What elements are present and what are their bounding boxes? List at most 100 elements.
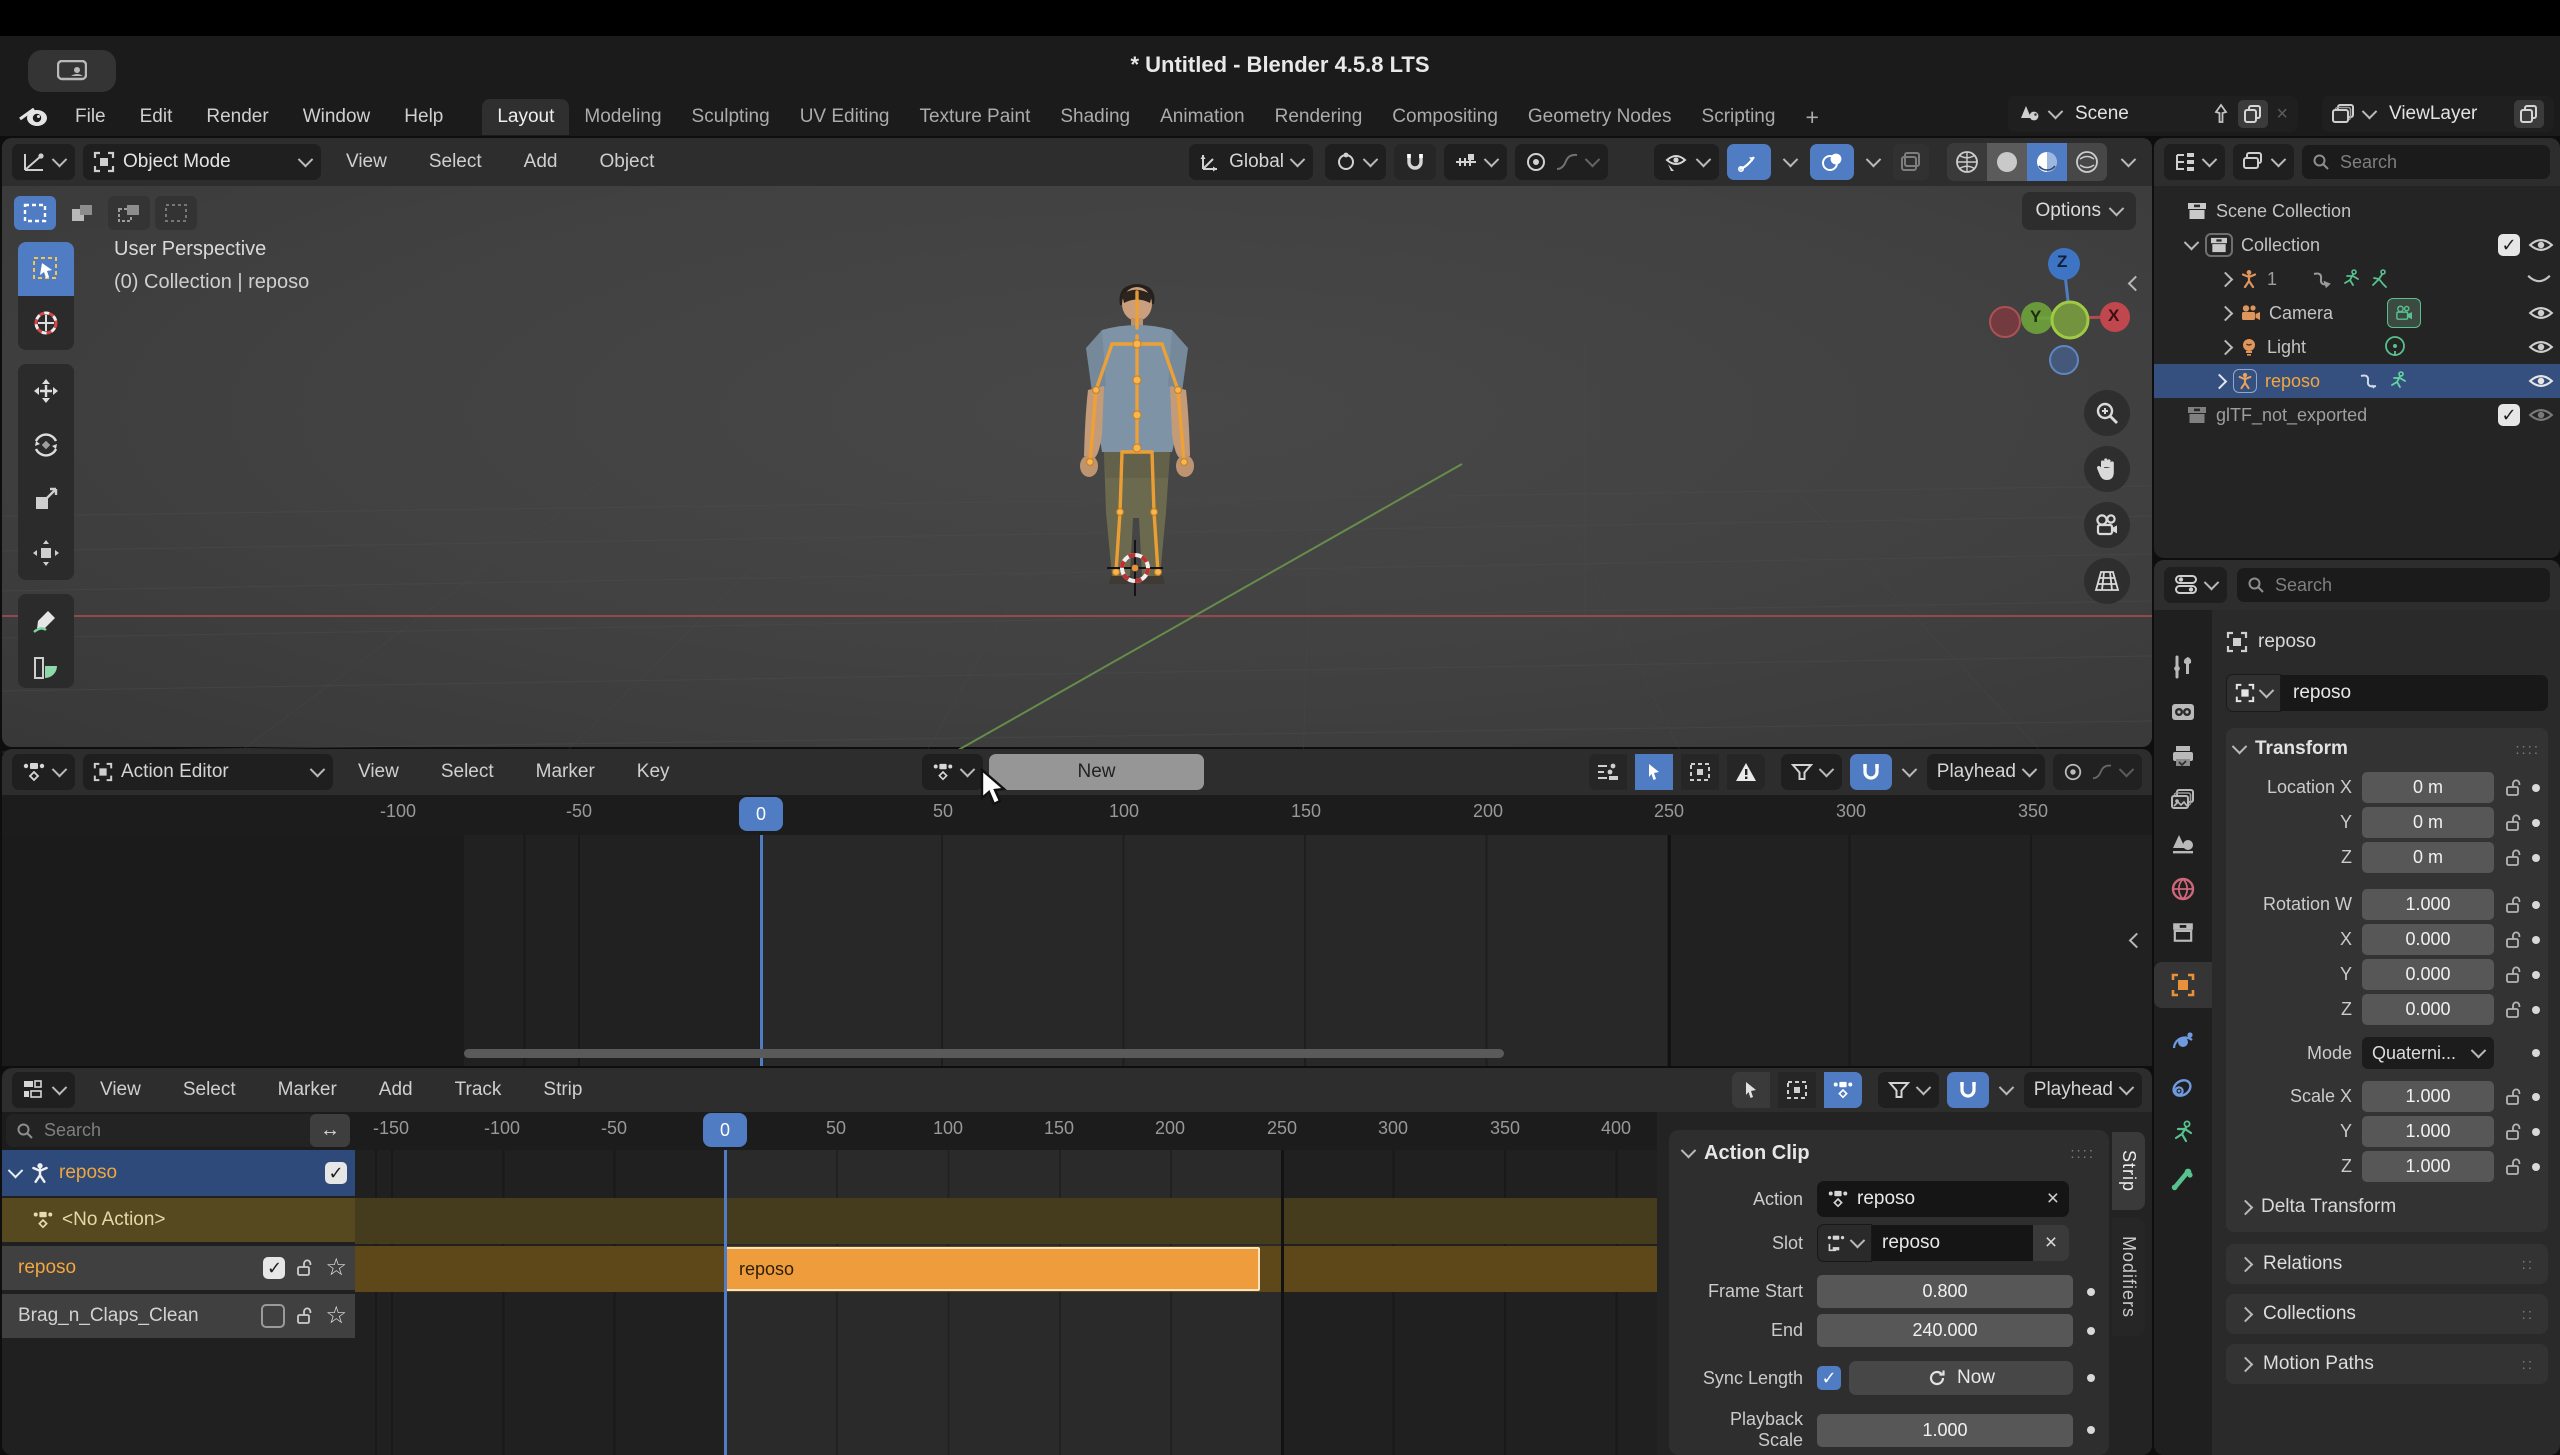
solo-star-icon[interactable]: ☆ [325,1304,347,1328]
snap-toggle-button[interactable] [1394,144,1436,180]
chevron-down-icon[interactable] [1901,761,1917,777]
workspace-tab-uv-editing[interactable]: UV Editing [785,99,905,135]
slot-name-field[interactable]: reposo [1872,1225,2033,1261]
unlock-icon[interactable] [295,1258,315,1278]
nla-track-label[interactable]: reposo [59,1162,317,1184]
animate-dot-icon[interactable] [2532,1163,2540,1171]
tab-strip[interactable]: Strip [2112,1132,2145,1210]
nla-search[interactable] [6,1114,326,1147]
animate-dot-icon[interactable] [2087,1288,2095,1296]
nla-editor-type-button[interactable] [12,1072,75,1108]
unlock-icon[interactable] [2504,930,2524,950]
collection-checkbox[interactable]: ✓ [2498,234,2520,256]
navigation-gizmo[interactable]: Z Y X [1987,238,2137,378]
only-selected-channels-icon[interactable] [1589,754,1627,790]
unlock-icon[interactable] [2504,1157,2524,1177]
location-x-field[interactable]: 0 m [2362,772,2494,803]
select-cursor-icon[interactable] [1635,754,1673,790]
relations-panel[interactable]: Relations :: [2226,1244,2548,1284]
frame-start-field[interactable]: 0.800 [1817,1275,2073,1308]
expand-arrow-icon[interactable] [2184,234,2200,250]
new-action-button[interactable]: New [989,754,1204,790]
pan-hand-button[interactable] [2084,446,2130,492]
chevron-down-icon[interactable] [1866,151,1882,167]
sync-now-button[interactable]: Now [1849,1361,2073,1395]
pin-icon[interactable] [2212,103,2230,125]
panel-drag-dots-icon[interactable]: :: [2522,1356,2534,1373]
menu-file[interactable]: File [58,106,123,128]
tool-select-box-button[interactable] [18,242,74,296]
chevron-down-icon[interactable] [1998,1079,2014,1095]
tab-collection-props-icon[interactable] [2171,922,2195,942]
nla-menu-strip[interactable]: Strip [526,1079,599,1101]
properties-editor-type-button[interactable] [2164,567,2227,603]
new-scene-icon[interactable] [2238,100,2268,128]
properties-search-input[interactable] [2273,574,2540,597]
tool-scale-button[interactable] [18,472,74,526]
menu-render[interactable]: Render [189,106,285,128]
outliner-item-label[interactable]: Scene Collection [2216,201,2351,222]
panel-drag-dots-icon[interactable]: :: [2522,1256,2534,1273]
tool-measure-button[interactable] [18,648,74,688]
filter-button[interactable] [1781,754,1842,790]
viewport-menu-select[interactable]: Select [412,151,499,173]
gizmos-toggle-button[interactable] [1727,144,1771,180]
slot-name-value[interactable]: reposo [1882,1232,1940,1254]
tab-bone-icon[interactable] [2170,1166,2196,1192]
unlock-icon[interactable] [2504,848,2524,868]
menu-window[interactable]: Window [286,106,388,128]
rotation-mode-dropdown[interactable]: Quaterni... [2362,1037,2494,1069]
nla-action-strip[interactable]: reposo [725,1247,1260,1291]
eye-icon[interactable] [2528,338,2554,356]
workspace-tab-modeling[interactable]: Modeling [569,99,676,135]
workspace-tab-layout[interactable]: Layout [482,99,569,135]
eye-icon[interactable] [2528,236,2554,254]
camera-view-button[interactable] [2084,502,2130,548]
action-filter-icon[interactable] [1824,1072,1862,1108]
object-name-value[interactable]: reposo [2293,682,2351,704]
tool-move-button[interactable] [18,364,74,418]
workspace-tab-texture-paint[interactable]: Texture Paint [904,99,1045,135]
shading-wireframe-icon[interactable] [1947,143,1987,181]
dopesheet-editor-type-button[interactable] [12,754,75,790]
outliner-item-label[interactable]: Light [2267,337,2306,358]
add-workspace-button[interactable]: + [1790,97,1833,138]
action-clip-header[interactable]: Action Clip :::: [1683,1142,2095,1165]
nla-track-label[interactable]: <No Action> [62,1209,166,1231]
object-id-icon-button[interactable] [2226,674,2281,712]
dopesheet-mode-dropdown[interactable]: Action Editor [83,754,333,790]
expand-arrow-icon[interactable] [2218,271,2234,287]
tool-cursor-button[interactable] [18,296,74,350]
blender-logo-icon[interactable] [18,105,50,129]
unlock-icon[interactable] [2504,1122,2524,1142]
viewlayer-selector[interactable]: ViewLayer [2322,96,2554,132]
workspace-tab-geometry-nodes[interactable]: Geometry Nodes [1513,99,1687,135]
animate-dot-icon[interactable] [2532,1128,2540,1136]
properties-search[interactable] [2237,568,2550,602]
track-mute-checkbox[interactable]: ✓ [263,1257,285,1279]
nla-menu-view[interactable]: View [83,1079,158,1101]
unlink-slot-icon[interactable]: × [2033,1225,2069,1261]
rotation-z-field[interactable]: 0.000 [2362,994,2494,1025]
workspace-tab-shading[interactable]: Shading [1045,99,1145,135]
gizmo-y-label[interactable]: Y [2030,307,2041,327]
animate-dot-icon[interactable] [2532,1049,2540,1057]
shading-rendered-icon[interactable] [2067,143,2107,181]
panel-drag-dots-icon[interactable]: :::: [2070,1145,2095,1162]
eye-closed-icon[interactable] [2526,272,2552,286]
outliner-search[interactable] [2302,145,2550,179]
proportional-edit-button[interactable] [1515,144,1608,180]
playhead-badge[interactable]: 0 [703,1113,747,1147]
tab-view-layer-icon[interactable] [2170,788,2196,812]
scale-z-field[interactable]: 1.000 [2362,1151,2494,1182]
motion-paths-panel[interactable]: Motion Paths :: [2226,1344,2548,1384]
location-y-field[interactable]: 0 m [2362,807,2494,838]
snap-button[interactable] [1850,754,1892,790]
animate-dot-icon[interactable] [2532,1006,2540,1014]
nla-track-row-reposo[interactable]: reposo ✓ ☆ [2,1246,355,1290]
shading-material-icon[interactable] [2027,143,2067,181]
track-enable-checkbox[interactable]: ✓ [325,1162,347,1184]
gizmo-z-label[interactable]: Z [2057,252,2067,272]
animate-dot-icon[interactable] [2532,819,2540,827]
shading-solid-icon[interactable] [1987,143,2027,181]
